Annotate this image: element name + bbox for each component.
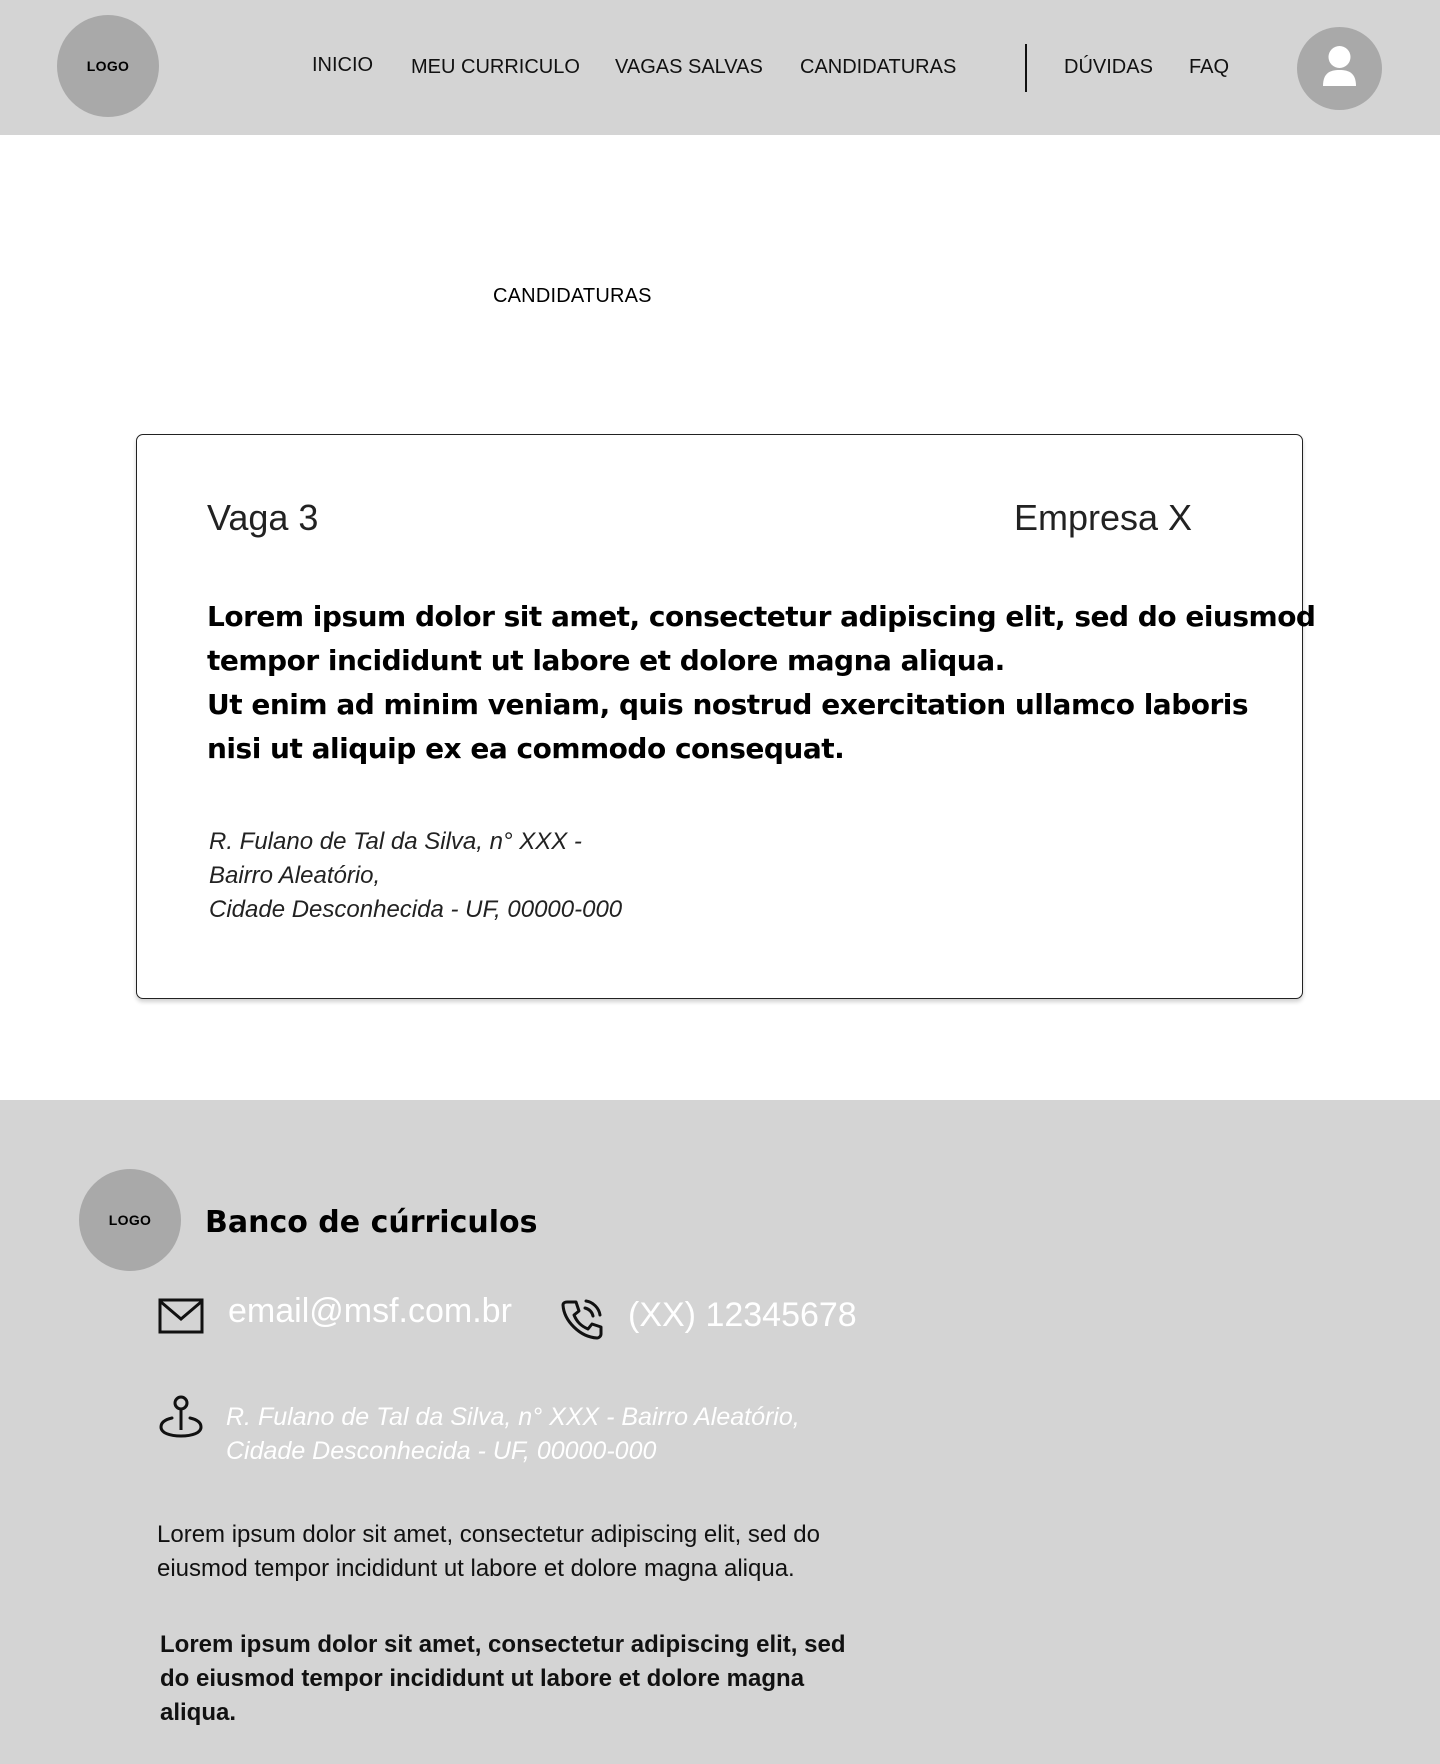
- footer-brand-name: Banco de cúrriculos: [205, 1205, 538, 1240]
- company-name: Empresa X: [1014, 497, 1193, 538]
- nav-meu-curriculo[interactable]: MEU CURRICULO: [411, 56, 580, 79]
- job-description-line: tempor incididunt ut labore et dolore ma…: [207, 644, 1005, 677]
- top-navbar: LOGO INICIO MEU CURRICULO VAGAS SALVAS C…: [0, 0, 1440, 135]
- footer: LOGO Banco de cúrriculos email@msf.com.b…: [0, 1100, 1440, 1764]
- footer-phone-link[interactable]: (XX) 12345678: [628, 1296, 857, 1335]
- location-pin-icon: [159, 1395, 203, 1438]
- page-title: CANDIDATURAS: [493, 285, 652, 307]
- job-description-line: nisi ut aliquip ex ea commodo consequat.: [207, 732, 845, 765]
- job-address: R. Fulano de Tal da Silva, n° XXX - Bair…: [209, 825, 622, 927]
- footer-address-line: Cidade Desconhecida - UF, 00000-000: [226, 1437, 657, 1465]
- nav-inicio[interactable]: INICIO: [312, 54, 373, 77]
- job-description-line: Ut enim ad minim veniam, quis nostrud ex…: [207, 688, 1249, 721]
- nav-duvidas[interactable]: DÚVIDAS: [1064, 56, 1153, 79]
- job-address-line: R. Fulano de Tal da Silva, n° XXX -: [209, 828, 582, 855]
- header-logo[interactable]: LOGO: [57, 15, 159, 117]
- footer-address: R. Fulano de Tal da Silva, n° XXX - Bair…: [226, 1400, 800, 1468]
- footer-email-link[interactable]: email@msf.com.br: [228, 1292, 512, 1331]
- user-icon: [1323, 46, 1356, 86]
- logo-text: LOGO: [108, 1212, 152, 1228]
- footer-description: Lorem ipsum dolor sit amet, consectetur …: [157, 1521, 820, 1582]
- phone-icon: [561, 1299, 603, 1340]
- job-description: Lorem ipsum dolor sit amet, consectetur …: [207, 595, 1316, 771]
- nav-candidaturas[interactable]: CANDIDATURAS: [800, 56, 956, 79]
- job-title: Vaga 3: [207, 497, 319, 538]
- nav-divider: [1025, 44, 1027, 92]
- nav-faq[interactable]: FAQ: [1189, 56, 1229, 79]
- footer-logo[interactable]: LOGO: [79, 1169, 181, 1271]
- mail-icon: [158, 1298, 204, 1334]
- nav-vagas-salvas[interactable]: VAGAS SALVAS: [615, 56, 763, 79]
- footer-address-line: R. Fulano de Tal da Silva, n° XXX - Bair…: [226, 1403, 800, 1431]
- job-description-line: Lorem ipsum dolor sit amet, consectetur …: [207, 600, 1316, 633]
- user-avatar-button[interactable]: [1297, 27, 1382, 110]
- logo-text: LOGO: [86, 58, 130, 74]
- footer-description-bold: Lorem ipsum dolor sit amet, consectetur …: [160, 1631, 846, 1726]
- job-address-line: Bairro Aleatório,: [209, 862, 381, 889]
- application-card[interactable]: Vaga 3 Empresa X Lorem ipsum dolor sit a…: [136, 434, 1316, 999]
- job-address-line: Cidade Desconhecida - UF, 00000-000: [209, 896, 623, 923]
